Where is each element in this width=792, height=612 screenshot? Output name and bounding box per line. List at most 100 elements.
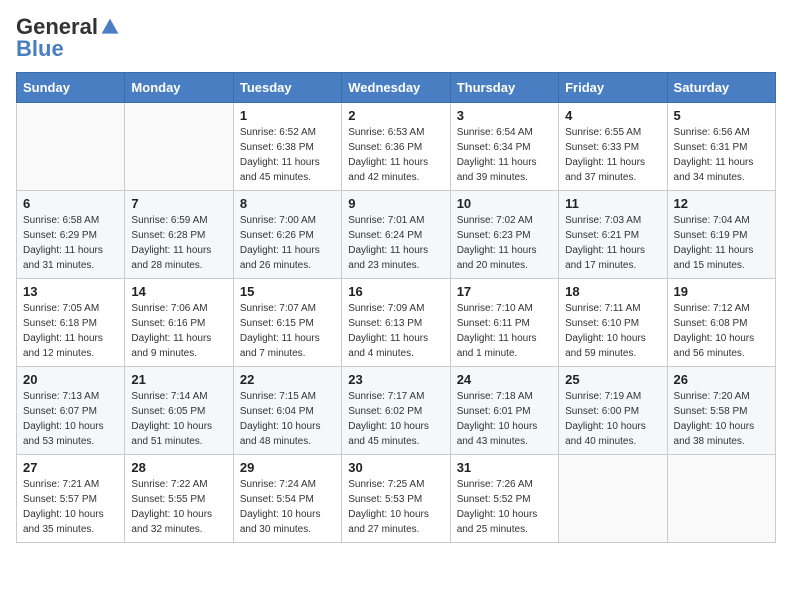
day-number: 30 — [348, 460, 443, 475]
weekday-header: Sunday — [17, 73, 125, 103]
day-number: 12 — [674, 196, 769, 211]
calendar-cell: 28 Sunrise: 7:22 AMSunset: 5:55 PMDayligh… — [125, 455, 233, 543]
calendar-cell: 14 Sunrise: 7:06 AMSunset: 6:16 PMDayligh… — [125, 279, 233, 367]
logo-general-text: General — [16, 16, 98, 38]
calendar-cell: 24 Sunrise: 7:18 AMSunset: 6:01 PMDayligh… — [450, 367, 558, 455]
calendar-cell: 20 Sunrise: 7:13 AMSunset: 6:07 PMDayligh… — [17, 367, 125, 455]
calendar-cell — [17, 103, 125, 191]
day-number: 10 — [457, 196, 552, 211]
day-number: 16 — [348, 284, 443, 299]
day-number: 2 — [348, 108, 443, 123]
day-number: 25 — [565, 372, 660, 387]
day-number: 3 — [457, 108, 552, 123]
calendar-cell — [559, 455, 667, 543]
calendar-cell: 1Sunrise: 6:52 AMSunset: 6:38 PMDaylight… — [233, 103, 341, 191]
calendar-week-row: 6 Sunrise: 6:58 AMSunset: 6:29 PMDaylight… — [17, 191, 776, 279]
calendar-cell: 16 Sunrise: 7:09 AMSunset: 6:13 PMDayligh… — [342, 279, 450, 367]
day-number: 4 — [565, 108, 660, 123]
logo-blue-text: Blue — [16, 38, 64, 60]
day-number: 26 — [674, 372, 769, 387]
day-detail: Sunrise: 7:12 AMSunset: 6:08 PMDaylight:… — [674, 301, 769, 361]
calendar-cell: 18Sunrise: 7:11 AMSunset: 6:10 PMDayligh… — [559, 279, 667, 367]
day-number: 23 — [348, 372, 443, 387]
day-detail: Sunrise: 6:59 AMSunset: 6:28 PMDaylight:… — [131, 213, 226, 273]
calendar-cell: 27 Sunrise: 7:21 AMSunset: 5:57 PMDayligh… — [17, 455, 125, 543]
calendar-cell: 25 Sunrise: 7:19 AMSunset: 6:00 PMDayligh… — [559, 367, 667, 455]
calendar-cell: 2Sunrise: 6:53 AMSunset: 6:36 PMDaylight… — [342, 103, 450, 191]
day-detail: Sunrise: 7:04 AMSunset: 6:19 PMDaylight:… — [674, 213, 769, 273]
day-number: 31 — [457, 460, 552, 475]
page-header: General Blue — [16, 16, 776, 60]
day-detail: Sunrise: 7:14 AMSunset: 6:05 PMDaylight:… — [131, 389, 226, 449]
day-detail: Sunrise: 7:17 AMSunset: 6:02 PMDaylight:… — [348, 389, 443, 449]
calendar-cell: 7Sunrise: 6:59 AMSunset: 6:28 PMDaylight… — [125, 191, 233, 279]
day-number: 5 — [674, 108, 769, 123]
day-number: 29 — [240, 460, 335, 475]
logo: General Blue — [16, 16, 120, 60]
day-number: 11 — [565, 196, 660, 211]
calendar-cell: 31 Sunrise: 7:26 AMSunset: 5:52 PMDayligh… — [450, 455, 558, 543]
day-detail: Sunrise: 6:58 AMSunset: 6:29 PMDaylight:… — [23, 213, 118, 273]
day-detail: Sunrise: 7:09 AMSunset: 6:13 PMDaylight:… — [348, 301, 443, 361]
calendar-cell — [125, 103, 233, 191]
calendar-week-row: 20 Sunrise: 7:13 AMSunset: 6:07 PMDayligh… — [17, 367, 776, 455]
calendar-cell: 12 Sunrise: 7:04 AMSunset: 6:19 PMDayligh… — [667, 191, 775, 279]
calendar-cell: 15 Sunrise: 7:07 AMSunset: 6:15 PMDayligh… — [233, 279, 341, 367]
day-detail: Sunrise: 7:21 AMSunset: 5:57 PMDaylight:… — [23, 477, 118, 537]
day-detail: Sunrise: 7:05 AMSunset: 6:18 PMDaylight:… — [23, 301, 118, 361]
calendar-cell: 29 Sunrise: 7:24 AMSunset: 5:54 PMDayligh… — [233, 455, 341, 543]
day-number: 18 — [565, 284, 660, 299]
weekday-header: Friday — [559, 73, 667, 103]
day-detail: Sunrise: 7:01 AMSunset: 6:24 PMDaylight:… — [348, 213, 443, 273]
calendar-cell: 21 Sunrise: 7:14 AMSunset: 6:05 PMDayligh… — [125, 367, 233, 455]
weekday-header: Thursday — [450, 73, 558, 103]
day-number: 24 — [457, 372, 552, 387]
day-number: 27 — [23, 460, 118, 475]
day-detail: Sunrise: 7:02 AMSunset: 6:23 PMDaylight:… — [457, 213, 552, 273]
day-number: 17 — [457, 284, 552, 299]
day-number: 28 — [131, 460, 226, 475]
weekday-header: Tuesday — [233, 73, 341, 103]
day-number: 15 — [240, 284, 335, 299]
calendar-cell: 22Sunrise: 7:15 AMSunset: 6:04 PMDayligh… — [233, 367, 341, 455]
day-detail: Sunrise: 7:03 AMSunset: 6:21 PMDaylight:… — [565, 213, 660, 273]
calendar-week-row: 13 Sunrise: 7:05 AMSunset: 6:18 PMDayligh… — [17, 279, 776, 367]
day-detail: Sunrise: 7:20 AMSunset: 5:58 PMDaylight:… — [674, 389, 769, 449]
day-detail: Sunrise: 7:26 AMSunset: 5:52 PMDaylight:… — [457, 477, 552, 537]
day-detail: Sunrise: 7:19 AMSunset: 6:00 PMDaylight:… — [565, 389, 660, 449]
day-number: 14 — [131, 284, 226, 299]
weekday-header: Wednesday — [342, 73, 450, 103]
calendar-cell: 3 Sunrise: 6:54 AMSunset: 6:34 PMDaylight… — [450, 103, 558, 191]
calendar-cell: 8 Sunrise: 7:00 AMSunset: 6:26 PMDaylight… — [233, 191, 341, 279]
day-detail: Sunrise: 7:18 AMSunset: 6:01 PMDaylight:… — [457, 389, 552, 449]
weekday-header: Saturday — [667, 73, 775, 103]
calendar-cell: 6 Sunrise: 6:58 AMSunset: 6:29 PMDaylight… — [17, 191, 125, 279]
day-number: 21 — [131, 372, 226, 387]
day-detail: Sunrise: 7:06 AMSunset: 6:16 PMDaylight:… — [131, 301, 226, 361]
day-number: 13 — [23, 284, 118, 299]
day-detail: Sunrise: 7:07 AMSunset: 6:15 PMDaylight:… — [240, 301, 335, 361]
day-detail: Sunrise: 6:54 AMSunset: 6:34 PMDaylight:… — [457, 125, 552, 185]
day-detail: Sunrise: 7:25 AMSunset: 5:53 PMDaylight:… — [348, 477, 443, 537]
calendar-cell: 5 Sunrise: 6:56 AMSunset: 6:31 PMDaylight… — [667, 103, 775, 191]
day-detail: Sunrise: 6:56 AMSunset: 6:31 PMDaylight:… — [674, 125, 769, 185]
calendar-cell — [667, 455, 775, 543]
calendar-cell: 9Sunrise: 7:01 AMSunset: 6:24 PMDaylight… — [342, 191, 450, 279]
day-number: 1 — [240, 108, 335, 123]
calendar-week-row: 1Sunrise: 6:52 AMSunset: 6:38 PMDaylight… — [17, 103, 776, 191]
day-number: 6 — [23, 196, 118, 211]
day-detail: Sunrise: 6:55 AMSunset: 6:33 PMDaylight:… — [565, 125, 660, 185]
calendar-cell: 11 Sunrise: 7:03 AMSunset: 6:21 PMDayligh… — [559, 191, 667, 279]
day-detail: Sunrise: 7:00 AMSunset: 6:26 PMDaylight:… — [240, 213, 335, 273]
day-detail: Sunrise: 7:15 AMSunset: 6:04 PMDaylight:… — [240, 389, 335, 449]
calendar-cell: 13 Sunrise: 7:05 AMSunset: 6:18 PMDayligh… — [17, 279, 125, 367]
calendar-cell: 30 Sunrise: 7:25 AMSunset: 5:53 PMDayligh… — [342, 455, 450, 543]
day-detail: Sunrise: 7:10 AMSunset: 6:11 PMDaylight:… — [457, 301, 552, 361]
calendar-cell: 26 Sunrise: 7:20 AMSunset: 5:58 PMDayligh… — [667, 367, 775, 455]
weekday-header: Monday — [125, 73, 233, 103]
day-detail: Sunrise: 7:13 AMSunset: 6:07 PMDaylight:… — [23, 389, 118, 449]
day-detail: Sunrise: 7:24 AMSunset: 5:54 PMDaylight:… — [240, 477, 335, 537]
day-detail: Sunrise: 7:22 AMSunset: 5:55 PMDaylight:… — [131, 477, 226, 537]
day-number: 8 — [240, 196, 335, 211]
day-number: 20 — [23, 372, 118, 387]
